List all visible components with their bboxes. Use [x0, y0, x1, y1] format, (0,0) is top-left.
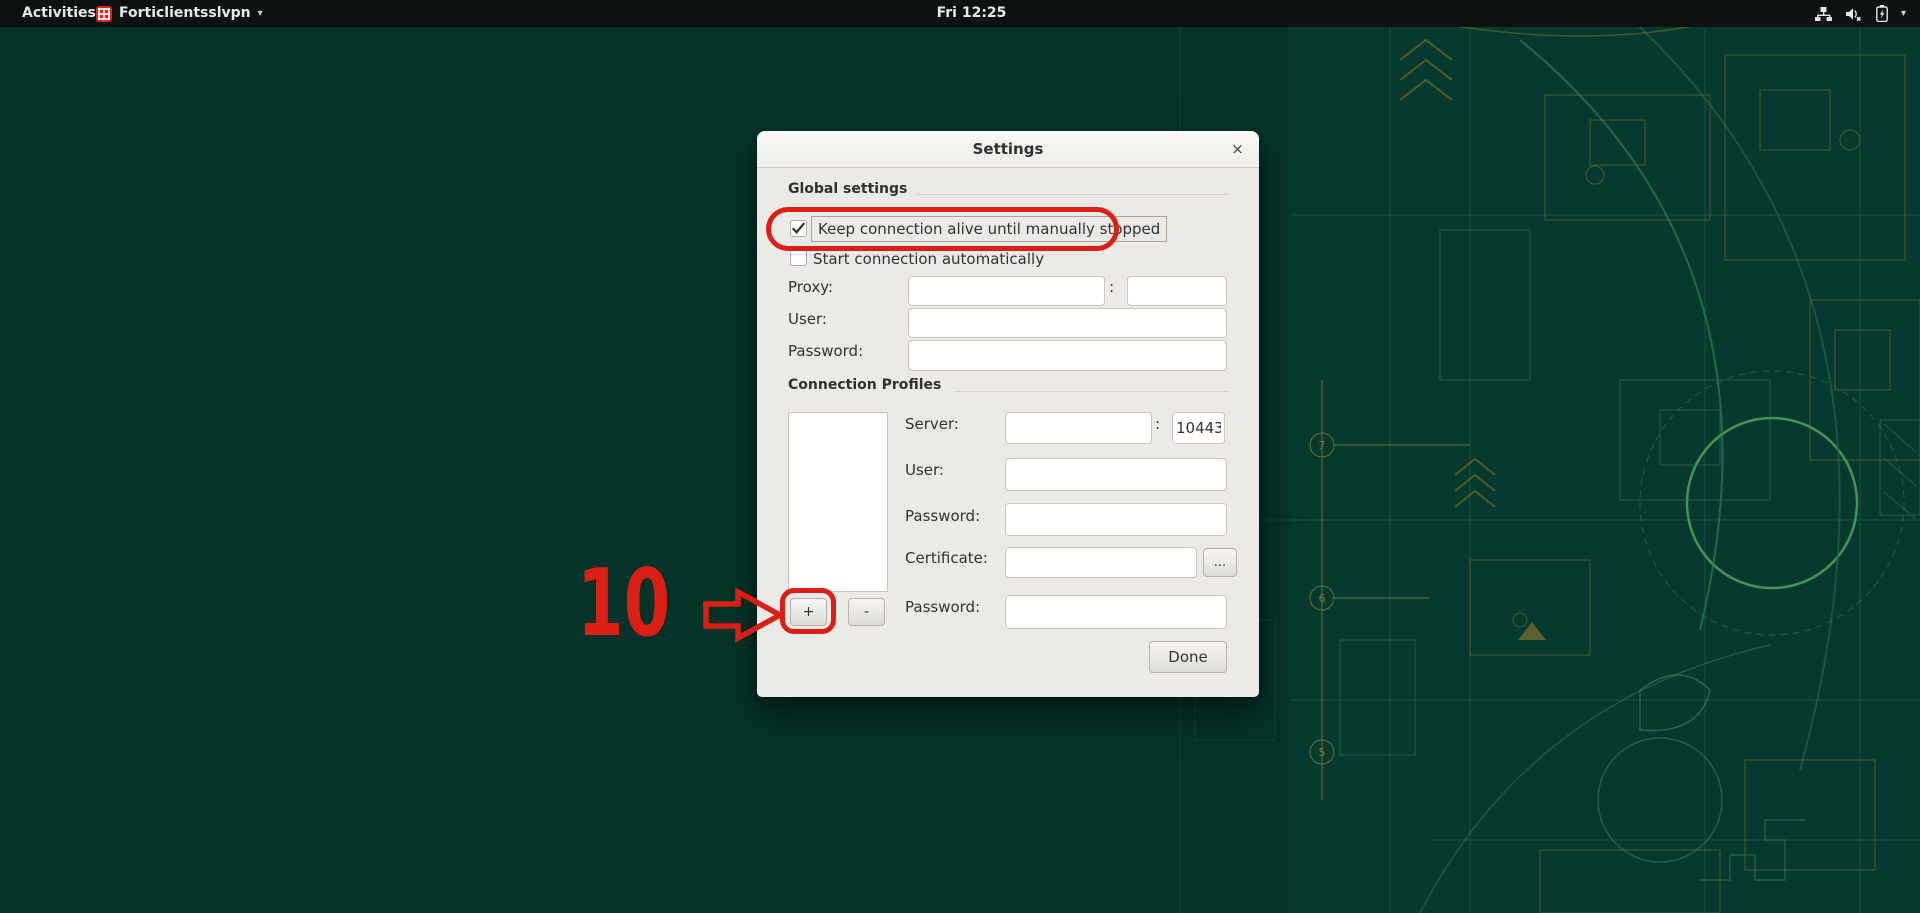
proxy-port-input[interactable] [1127, 276, 1227, 306]
certificate-input[interactable] [1005, 547, 1197, 578]
server-colon: : [1155, 415, 1161, 433]
wallpaper-grid-label-7: 7 [1319, 439, 1326, 452]
profile-password-label: Password: [905, 507, 981, 525]
annotation-arrow-icon [703, 587, 785, 643]
global-password-input[interactable] [908, 340, 1227, 371]
proxy-label: Proxy: [788, 278, 834, 296]
top-bar: Activities Forticlientsslvpn ▾ Fri 12:25 [0, 0, 1920, 27]
dialog-titlebar[interactable]: Settings × [757, 131, 1259, 168]
keep-alive-label[interactable]: Keep connection alive until manually sto… [811, 216, 1168, 242]
autostart-checkbox[interactable] [790, 249, 807, 266]
desktop: 7 6 5 Activities Forticlientsslvpn ▾ Fri… [0, 0, 1920, 913]
checkmark-icon [792, 222, 805, 234]
cert-password-input[interactable] [1005, 595, 1227, 629]
profile-password-input[interactable] [1005, 503, 1227, 536]
proxy-colon: : [1109, 278, 1115, 296]
settings-dialog: Settings × Global settings Keep connecti… [757, 131, 1259, 697]
forticlient-app-icon [96, 5, 112, 22]
keep-alive-checkbox[interactable] [790, 220, 807, 237]
autostart-label[interactable]: Start connection automatically [813, 250, 1044, 268]
global-settings-header: Global settings [788, 181, 908, 197]
clock-button[interactable]: Fri 12:25 [924, 0, 1019, 27]
add-profile-button[interactable]: + [790, 598, 827, 626]
global-user-input[interactable] [908, 308, 1227, 338]
connection-profiles-header: Connection Profiles [788, 377, 942, 393]
section-separator [954, 391, 1228, 392]
network-wired-icon [1814, 6, 1832, 21]
volume-muted-icon [1845, 7, 1861, 21]
done-button[interactable]: Done [1149, 641, 1227, 673]
server-input[interactable] [1005, 412, 1152, 444]
close-button[interactable]: × [1227, 139, 1248, 160]
proxy-host-input[interactable] [908, 276, 1105, 306]
remove-profile-button[interactable]: - [848, 598, 885, 626]
profile-list[interactable] [788, 412, 888, 592]
certificate-label: Certificate: [905, 549, 988, 567]
server-port-input[interactable] [1172, 412, 1225, 444]
app-menu-label: Forticlientsslvpn [119, 5, 251, 21]
dialog-title: Settings [972, 140, 1044, 158]
wallpaper-grid-label-6: 6 [1319, 592, 1326, 605]
profile-user-label: User: [905, 461, 944, 479]
battery-charging-icon [1876, 5, 1888, 22]
annotation-step-number: 10 [577, 549, 671, 657]
global-user-label: User: [788, 310, 827, 328]
global-password-label: Password: [788, 342, 864, 360]
chevron-down-icon: ▾ [1900, 8, 1906, 19]
server-label: Server: [905, 415, 959, 433]
system-tray-button[interactable]: ▾ [1809, 0, 1912, 27]
wallpaper-grid-label-5: 5 [1319, 746, 1326, 759]
section-separator [917, 194, 1228, 195]
profile-user-input[interactable] [1005, 458, 1227, 491]
chevron-down-icon: ▾ [257, 8, 263, 19]
app-menu-button[interactable]: Forticlientsslvpn ▾ [88, 0, 271, 27]
cert-password-label: Password: [905, 598, 981, 616]
certificate-browse-button[interactable]: ... [1203, 548, 1237, 577]
